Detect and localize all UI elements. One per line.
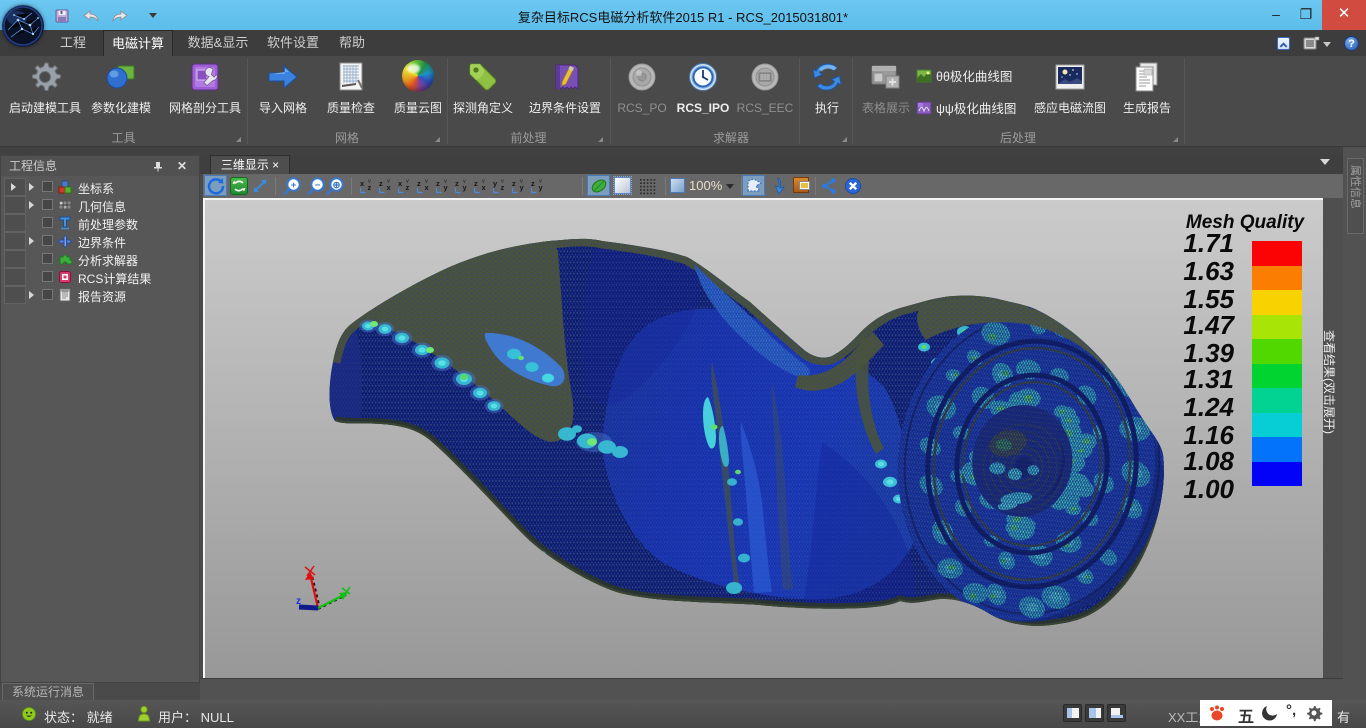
svg-text:z: z bbox=[474, 179, 478, 188]
svg-text:v: v bbox=[406, 179, 409, 185]
svg-text:v: v bbox=[425, 179, 428, 185]
svg-text:z: z bbox=[455, 179, 459, 188]
svg-text:−: − bbox=[315, 180, 321, 191]
svg-text:⊕: ⊕ bbox=[333, 180, 341, 191]
svg-text:v: v bbox=[520, 179, 523, 185]
svg-text:y: y bbox=[493, 179, 498, 188]
svg-text:z: z bbox=[512, 179, 516, 188]
svg-text:v: v bbox=[501, 179, 504, 185]
svg-text:z: z bbox=[296, 596, 301, 607]
svg-text:x: x bbox=[398, 179, 403, 188]
svg-text:v: v bbox=[387, 179, 390, 185]
svg-text:z: z bbox=[436, 179, 440, 188]
svg-text:v: v bbox=[444, 179, 447, 185]
svg-text:z: z bbox=[379, 179, 383, 188]
svg-text:v: v bbox=[463, 179, 466, 185]
svg-text:x: x bbox=[360, 179, 365, 188]
svg-text:v: v bbox=[539, 179, 542, 185]
svg-text:v: v bbox=[368, 179, 371, 185]
svg-text:v: v bbox=[482, 179, 485, 185]
svg-text:+: + bbox=[291, 180, 297, 191]
svg-text:z: z bbox=[417, 179, 421, 188]
svg-text:z: z bbox=[531, 179, 535, 188]
